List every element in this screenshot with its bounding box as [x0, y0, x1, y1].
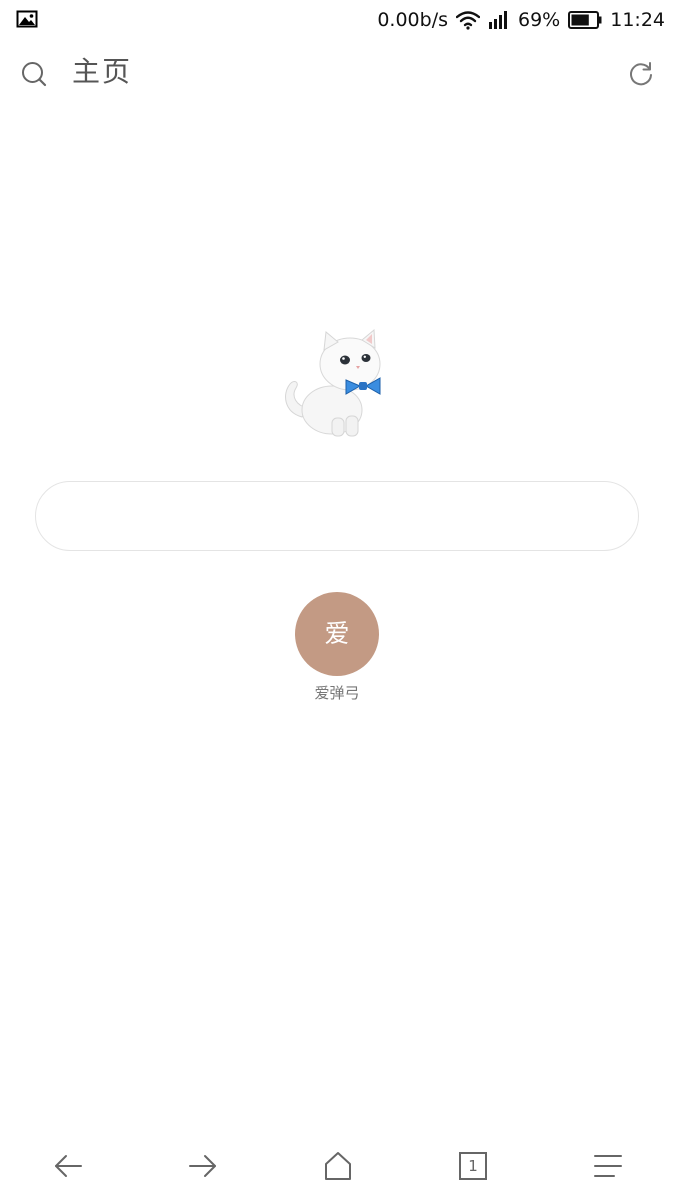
- back-arrow-icon[interactable]: [50, 1148, 86, 1184]
- tabs-button[interactable]: 1: [455, 1148, 491, 1184]
- back-button[interactable]: [50, 1148, 86, 1184]
- status-time: 11:24: [610, 9, 665, 31]
- forward-button[interactable]: [185, 1148, 221, 1184]
- cat-mascot-image: [285, 328, 381, 437]
- battery-percent: 69%: [518, 9, 561, 31]
- bottom-navigation-bar: 1: [0, 1136, 675, 1196]
- search-icon[interactable]: [20, 60, 48, 88]
- tab-count: 1: [468, 1157, 478, 1175]
- shortcut-item[interactable]: 爱 爱弹弓: [287, 592, 387, 703]
- search-box[interactable]: [35, 481, 639, 551]
- wifi-icon: [456, 11, 480, 30]
- status-indicators: 0.00b/s 69% 11:24: [377, 6, 665, 34]
- battery-icon: [568, 11, 602, 29]
- shortcut-icon[interactable]: 爱: [295, 592, 379, 676]
- home-icon[interactable]: [320, 1148, 356, 1184]
- browser-home-screen: 0.00b/s 69% 11:24 主页 爱 爱弹弓 1: [0, 0, 675, 1200]
- top-bar: 主页: [0, 44, 675, 104]
- image-notification-icon: [16, 10, 38, 28]
- refresh-icon[interactable]: [627, 60, 655, 88]
- forward-arrow-icon[interactable]: [185, 1148, 221, 1184]
- search-input[interactable]: [36, 482, 638, 550]
- menu-button[interactable]: [590, 1148, 626, 1184]
- status-bar: 0.00b/s 69% 11:24: [0, 0, 675, 40]
- page-title: 主页: [72, 55, 133, 88]
- shortcut-label: 爱弹弓: [314, 684, 360, 702]
- menu-icon[interactable]: [590, 1148, 626, 1184]
- signal-icon: [489, 11, 507, 29]
- network-speed: 0.00b/s: [377, 9, 448, 31]
- home-button[interactable]: [320, 1148, 356, 1184]
